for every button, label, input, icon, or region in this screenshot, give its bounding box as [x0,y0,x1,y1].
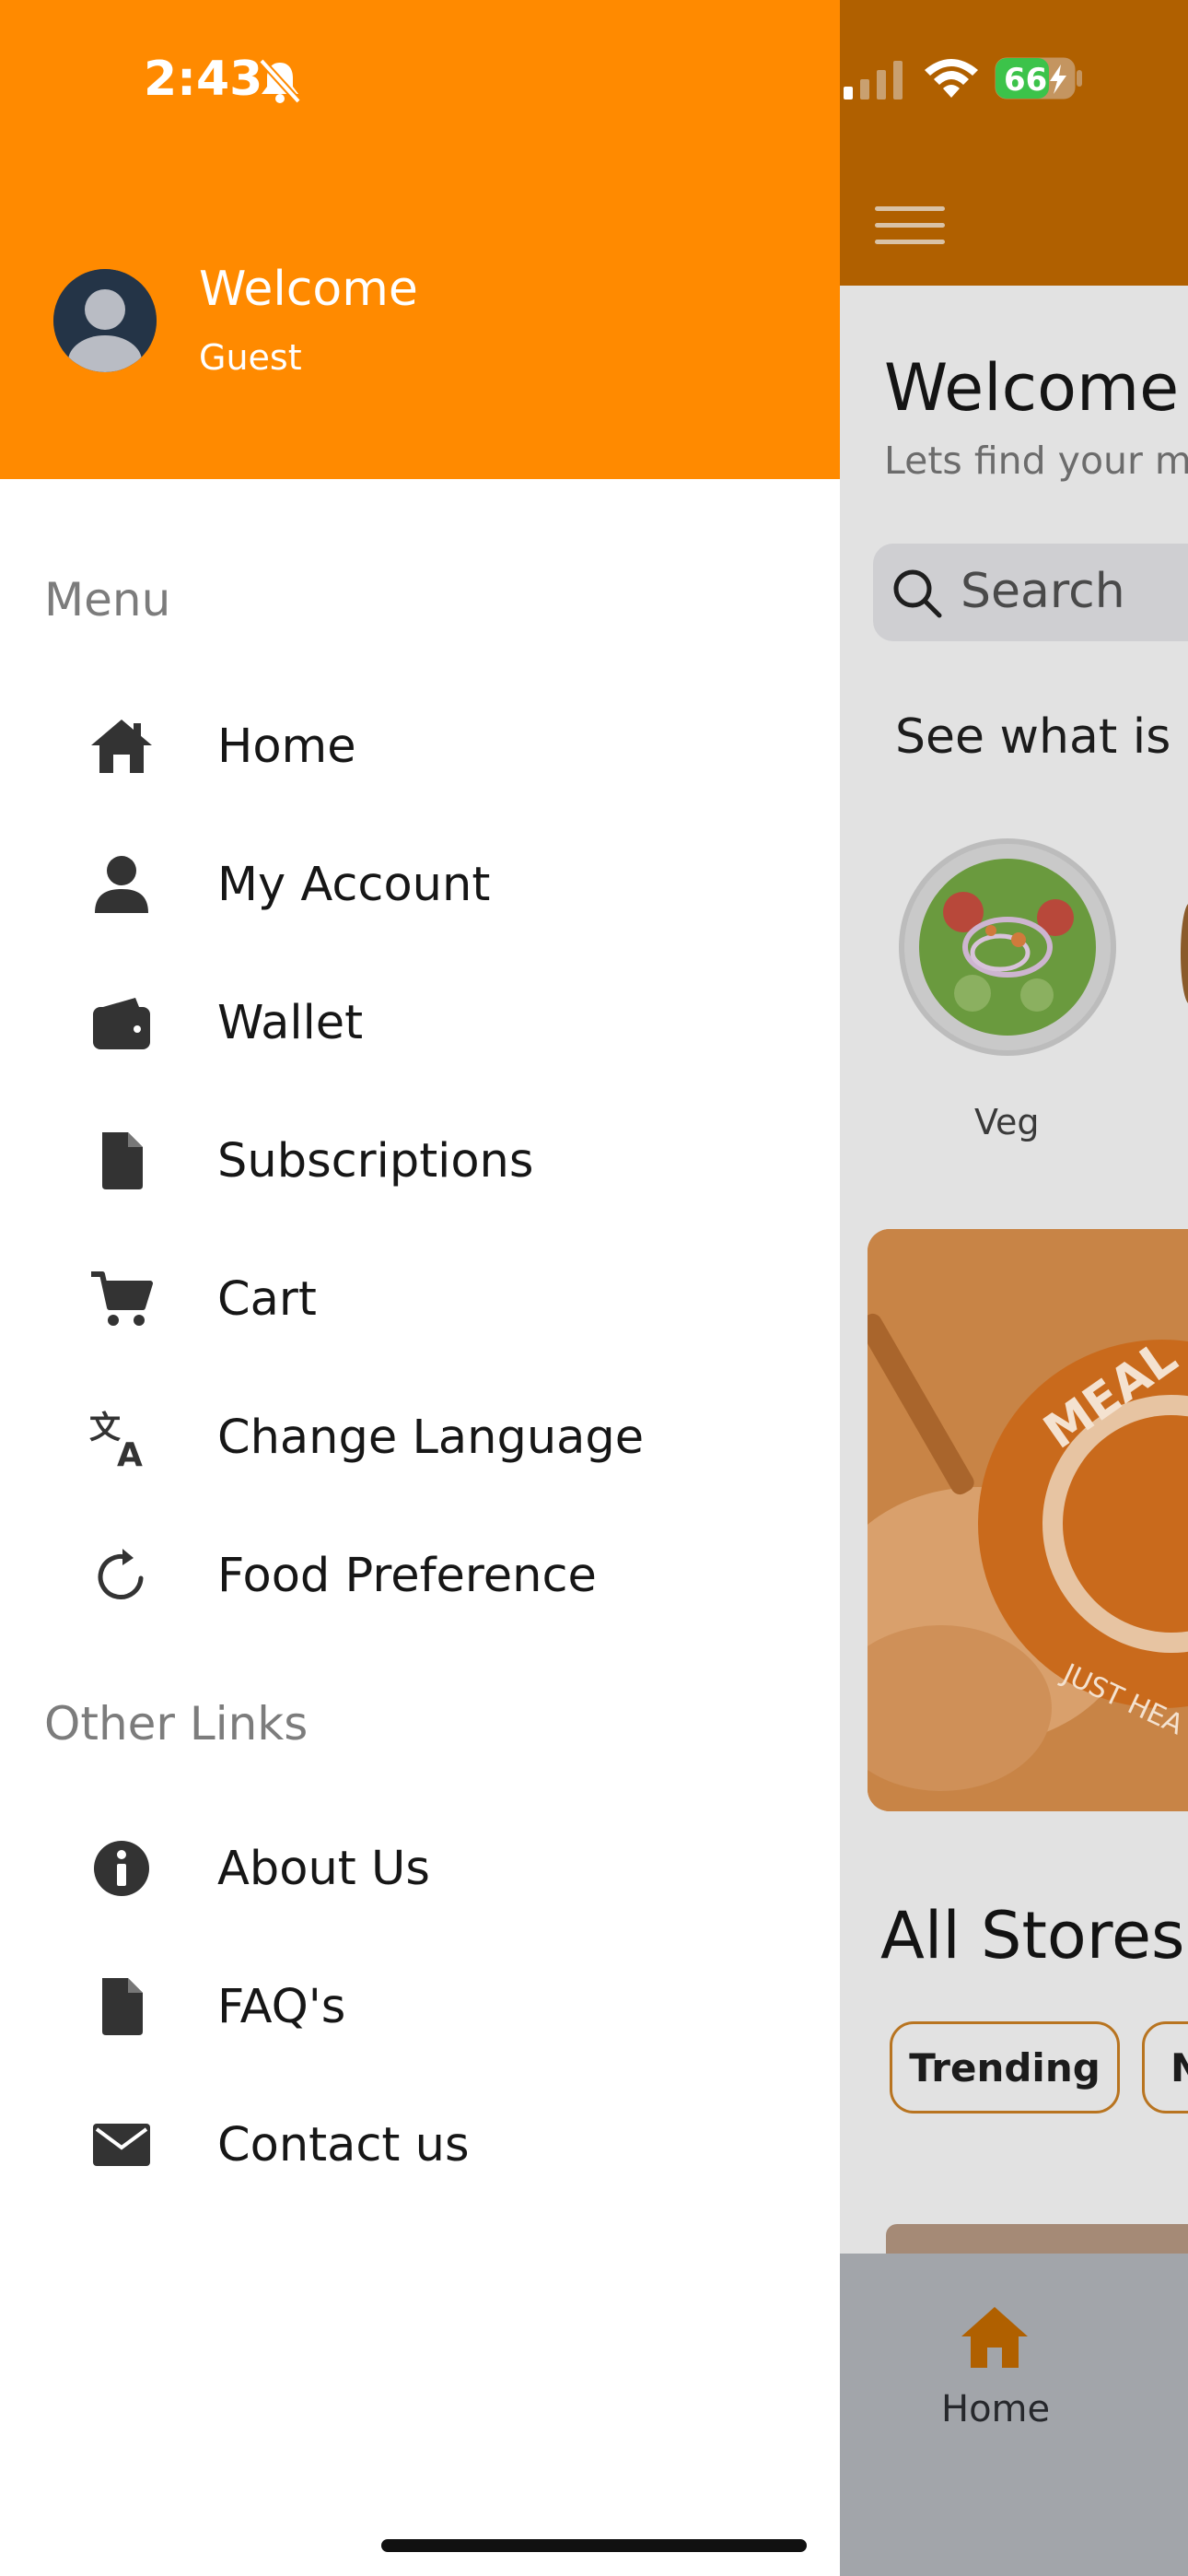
wifi-icon [925,59,978,98]
status-time: 2:43 [144,52,263,107]
user-icon [74,850,169,919]
next-category-image[interactable] [1181,903,1188,1004]
translate-icon: 文 A [74,1403,169,1471]
refresh-icon [74,1541,169,1610]
side-drawer: 2:43 Welcome Guest Menu Home My Account [0,0,840,2576]
menu-item-label: Contact us [217,2117,470,2172]
battery-icon: 66 [995,57,1083,100]
home-tab-label[interactable]: Home [941,2388,1050,2430]
menu-item-wallet[interactable]: Wallet [74,972,810,1073]
promo-banner[interactable]: MEAL JUST HEA [868,1229,1188,1811]
other-links-section-label: Other Links [44,1697,309,1751]
mail-icon [74,2111,169,2179]
document-icon [74,1127,169,1195]
chip-trending[interactable]: Trending [890,2021,1120,2113]
menu-item-faqs[interactable]: FAQ's [74,1956,810,2057]
search-input[interactable]: Search [961,564,1125,619]
menu-item-label: Food Preference [217,1548,597,1603]
home-indicator[interactable] [381,2539,807,2552]
welcome-subtitle: Lets find your m [884,439,1188,483]
signal-icon [844,61,903,100]
menu-item-label: Wallet [217,995,364,1050]
drawer-header [0,0,840,479]
info-icon [74,1834,169,1903]
drawer-welcome: Welcome [199,262,418,317]
menu-item-label: My Account [217,857,491,912]
menu-item-subscriptions[interactable]: Subscriptions [74,1110,810,1212]
menu-item-change-language[interactable]: 文 A Change Language [74,1387,810,1488]
chip-next[interactable]: N [1142,2021,1188,2113]
hamburger-menu-icon[interactable] [875,206,945,245]
drawer-user-name: Guest [199,337,302,378]
cart-icon [74,1265,169,1333]
avatar[interactable] [53,269,157,372]
menu-item-cart[interactable]: Cart [74,1248,810,1350]
stores-heading: All Stores [880,1898,1185,1973]
search-icon [893,569,942,618]
home-tab-icon[interactable] [958,2303,1031,2371]
menu-item-label: About Us [217,1841,430,1896]
svg-text:文: 文 [89,1410,121,1446]
menu-item-label: FAQ's [217,1979,346,2034]
category-label: Veg [974,1102,1040,1142]
wallet-icon [74,989,169,1057]
avatar-icon [53,269,157,372]
menu-section-label: Menu [44,573,171,626]
menu-item-home[interactable]: Home [74,696,810,797]
menu-item-contact-us[interactable]: Contact us [74,2094,810,2195]
menu-item-label: Home [217,719,356,774]
home-icon [74,712,169,780]
menu-item-label: Cart [217,1271,317,1327]
category-heading: See what is c [895,709,1188,765]
welcome-title: Welcome [884,350,1180,426]
battery-level: 66 [1004,62,1047,99]
menu-item-about-us[interactable]: About Us [74,1818,810,1919]
svg-text:A: A [117,1436,143,1469]
menu-item-my-account[interactable]: My Account [74,834,810,935]
veg-category-image[interactable] [899,838,1116,1056]
menu-item-label: Change Language [217,1410,645,1465]
menu-item-food-preference[interactable]: Food Preference [74,1525,810,1626]
document-icon [74,1973,169,2041]
meal-logo-image: MEAL JUST HEA [868,1229,1188,1811]
menu-item-label: Subscriptions [217,1133,534,1188]
bell-muted-icon [259,58,301,104]
salad-icon [904,844,1111,1050]
